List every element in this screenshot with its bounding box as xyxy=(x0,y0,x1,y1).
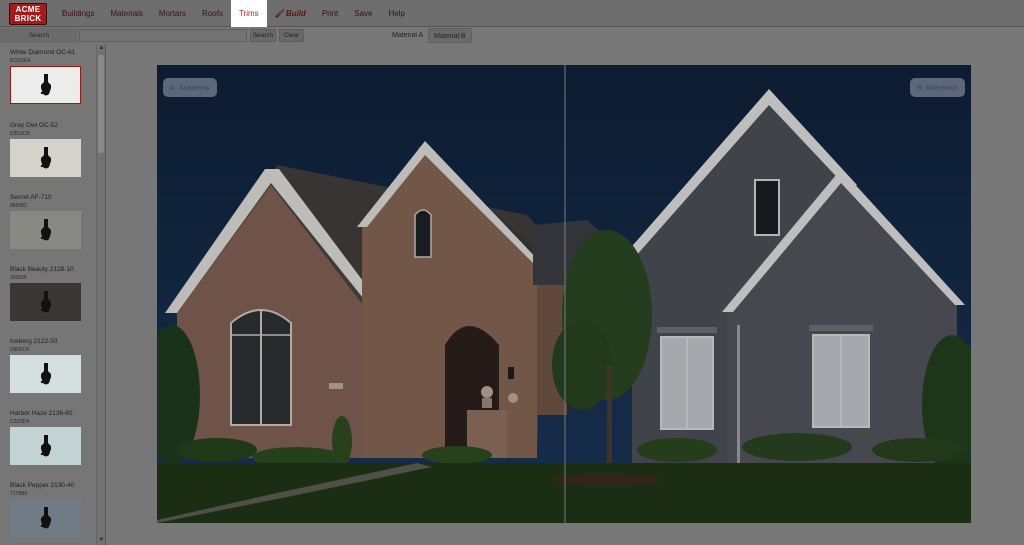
main-nav: Buildings Materials Mortars Roofs Trims … xyxy=(54,0,413,27)
trim-swatch-panel: White Diamond OC-61 ECEDEA Gray Owl OC-5… xyxy=(0,44,106,545)
house-illustration xyxy=(157,65,971,523)
clear-button[interactable]: Clear xyxy=(279,29,304,42)
swatch-item[interactable]: Secret AF-710 888983 xyxy=(10,193,96,249)
nav-item-materials[interactable]: Materials xyxy=(102,0,150,27)
scroll-up-arrow-icon[interactable]: ▲ xyxy=(97,44,105,53)
paint-brush-icon xyxy=(40,74,51,96)
swatch-color-box[interactable] xyxy=(10,499,81,537)
search-input[interactable] xyxy=(79,29,247,42)
swatch-code: 393635 xyxy=(10,275,27,281)
swatch-color-box[interactable] xyxy=(10,139,81,177)
swatch-code: 888983 xyxy=(10,203,27,209)
paint-brush-icon xyxy=(40,435,51,457)
nav-item-mortars[interactable]: Mortars xyxy=(151,0,194,27)
swatch-scrollbar[interactable]: ▲ ▼ xyxy=(96,44,105,545)
nav-item-print[interactable]: Print xyxy=(314,0,346,27)
search-button[interactable]: Search xyxy=(250,29,276,42)
swatch-item[interactable]: Gray Owl OC-52 D3D3CB xyxy=(10,121,96,177)
tab-material-b[interactable]: Material B xyxy=(428,28,472,43)
swatch-name: White Diamond OC-61 xyxy=(10,49,76,56)
tab-material-a[interactable]: Material A xyxy=(387,28,428,43)
nav-item-build-label: Build xyxy=(285,9,306,18)
swatch-name: Iceberg 2122-50 xyxy=(10,338,58,345)
swatch-color-box[interactable] xyxy=(10,211,81,249)
swatch-item[interactable]: Black Pepper 2130-40 717B85 xyxy=(10,481,96,537)
swatch-item[interactable]: Black Beauty 2128-10 393635 xyxy=(10,265,96,321)
swatch-code: D3D3CB xyxy=(10,131,30,137)
swatch-color-box[interactable] xyxy=(10,355,81,393)
nav-item-roofs[interactable]: Roofs xyxy=(194,0,231,27)
swatch-color-box[interactable] xyxy=(10,66,81,104)
paint-brush-icon: 🖌 xyxy=(274,9,285,18)
nav-item-trims[interactable]: Trims xyxy=(230,0,267,27)
top-nav-bar: ACME BRICK Buildings Materials Mortars R… xyxy=(0,0,1024,27)
paint-brush-icon xyxy=(40,507,51,529)
swatch-item[interactable]: White Diamond OC-61 ECEDEA xyxy=(10,48,96,104)
material-tabs: Material A Material B xyxy=(387,28,472,43)
nav-item-save[interactable]: Save xyxy=(346,0,380,27)
swatch-item[interactable]: Iceberg 2122-50 D6DFDF xyxy=(10,337,96,393)
logo-text-bottom: BRICK xyxy=(14,14,42,23)
nav-item-help[interactable]: Help xyxy=(381,0,413,27)
swatch-name: Harbor Haze 2136-60 xyxy=(10,410,73,417)
search-label: Search xyxy=(0,28,78,43)
swatch-color-box[interactable] xyxy=(10,427,81,465)
paint-brush-icon xyxy=(40,291,51,313)
scroll-down-arrow-icon[interactable]: ▼ xyxy=(97,536,105,545)
search-row: Search Search Clear Material A Material … xyxy=(0,28,1024,44)
swatch-item[interactable]: Harbor Haze 2136-60 C2D3D4 xyxy=(10,409,96,465)
swatch-color-box[interactable] xyxy=(10,283,81,321)
swatch-name: Secret AF-710 xyxy=(10,194,52,201)
swatch-code: ECEDEA xyxy=(10,58,31,64)
swatch-name: Gray Owl OC-52 xyxy=(10,122,59,129)
swatch-code: D6DFDF xyxy=(10,347,30,353)
swatch-name: Black Pepper 2130-40 xyxy=(10,482,75,489)
nav-item-buildings[interactable]: Buildings xyxy=(54,0,102,27)
material-a-label: A: Academy xyxy=(163,78,218,97)
paint-brush-icon xyxy=(40,219,51,241)
swatch-code: 717B85 xyxy=(10,491,28,497)
swatch-name: Black Beauty 2128-10 xyxy=(10,266,74,273)
scroll-thumb[interactable] xyxy=(98,55,104,153)
swatch-code: C2D3D4 xyxy=(10,419,30,425)
nav-item-build[interactable]: 🖌Build xyxy=(267,0,314,27)
material-b-label: B: Allentown xyxy=(909,78,965,97)
house-preview[interactable]: A: Academy B: Allentown xyxy=(157,65,971,523)
acme-brick-logo[interactable]: ACME BRICK xyxy=(9,3,47,25)
paint-brush-icon xyxy=(40,363,51,385)
paint-brush-icon xyxy=(40,147,51,169)
logo-text-top: ACME xyxy=(15,5,41,14)
